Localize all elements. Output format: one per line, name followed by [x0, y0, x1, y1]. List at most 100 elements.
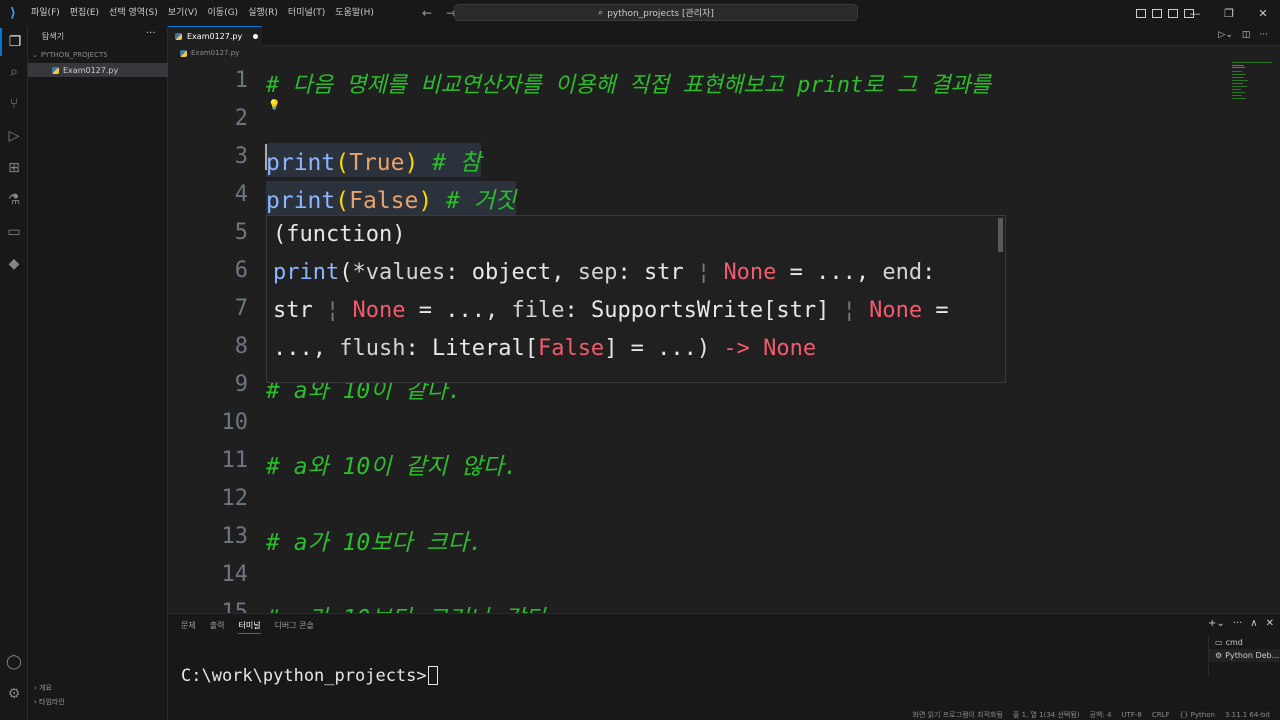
code-token-fn: print — [266, 188, 336, 214]
minimap[interactable] — [1230, 60, 1280, 613]
remote-explorer-icon[interactable]: ▭ — [0, 218, 28, 246]
status-eol[interactable]: CRLF — [1152, 711, 1170, 719]
run-file-icon[interactable]: ▷⌄ — [1218, 30, 1232, 40]
status-language[interactable]: {} Python — [1180, 711, 1215, 719]
python-icon[interactable]: ◆ — [0, 250, 28, 278]
minimap-line — [1232, 74, 1246, 75]
hover-scrollbar[interactable] — [998, 218, 1003, 252]
menu-file[interactable]: 파일(F) — [26, 0, 65, 26]
unsaved-dot-icon[interactable] — [253, 34, 259, 39]
status-indentation[interactable]: 공백: 4 — [1090, 710, 1112, 720]
debug-icon: ⚙ — [1215, 651, 1223, 660]
terminal-cursor — [427, 666, 438, 685]
source-control-icon[interactable]: ⑂ — [0, 90, 28, 118]
settings-gear-icon[interactable]: ⚙ — [0, 680, 28, 708]
more-actions-icon[interactable]: ··· — [1233, 618, 1243, 629]
code-line-1: # 다음 명제를 비교연산자를 이용해 직접 표현해보고 print로 그 결과… — [266, 73, 991, 98]
outline-section[interactable]: › 개요 — [34, 683, 52, 693]
sidebar-title: 탐색기 — [42, 32, 65, 41]
editor-tab-bar: Exam0127.py ▷⌄ ◫ ··· — [168, 26, 1280, 46]
code-line-15: # a가 10보다 크거나 같다. — [266, 599, 560, 613]
back-arrow-icon[interactable]: ← — [422, 6, 432, 20]
hover-return: None — [763, 336, 817, 361]
status-encoding[interactable]: UTF-8 — [1121, 711, 1141, 719]
hover-type: SupportsWrite — [590, 298, 764, 323]
split-editor-icon[interactable]: ◫ — [1242, 30, 1251, 40]
line-number: 4 — [234, 182, 248, 207]
maximize-panel-icon[interactable]: ∧ — [1250, 618, 1257, 629]
breadcrumb-file: Exam0127.py — [191, 49, 240, 57]
search-activity-icon[interactable]: ⌕ — [0, 58, 28, 86]
minimap-line — [1232, 98, 1246, 99]
project-folder[interactable]: ⌄ PYTHON_PROJECTS — [32, 51, 108, 59]
hover-default: ... — [273, 336, 313, 361]
line-number: 15 — [221, 600, 249, 613]
hover-param: flush — [339, 336, 406, 361]
run-debug-icon[interactable]: ▷ — [0, 122, 28, 150]
hover-union-bar: ¦ — [696, 260, 711, 285]
line-number: 11 — [221, 448, 249, 473]
close-icon[interactable]: ✕ — [1246, 7, 1280, 20]
minimap-line — [1232, 80, 1248, 81]
breadcrumb[interactable]: Exam0127.py — [180, 49, 239, 57]
title-bar: ⟩ 파일(F) 편집(E) 선택 영역(S) 보기(V) 이동(G) 실행(R)… — [0, 0, 1280, 26]
toggle-secondary-sidebar-icon[interactable] — [1168, 8, 1178, 18]
code-token-paren: ) — [404, 150, 419, 176]
menu-terminal[interactable]: 터미널(T) — [283, 0, 330, 26]
menu-view[interactable]: 보기(V) — [163, 0, 203, 26]
more-actions-icon[interactable]: ··· — [146, 28, 156, 39]
status-interpreter[interactable]: 3.11.1 64-bit — [1225, 711, 1270, 719]
hover-default: ... — [657, 336, 697, 361]
menu-selection[interactable]: 선택 영역(S) — [104, 0, 163, 26]
menu-edit[interactable]: 편집(E) — [65, 0, 104, 26]
activity-bar: ❐ ⌕ ⑂ ▷ ⊞ ⚗ ▭ ◆ ◯ ⚙ — [0, 26, 28, 720]
menu-run[interactable]: 실행(R) — [243, 0, 283, 26]
code-token-paren: ( — [335, 150, 350, 176]
status-bar: 화면 읽기 프로그램이 최적화됨 줄 1, 열 1(34 선택됨) 공백: 4 … — [168, 710, 1280, 720]
hover-union-bar: ¦ — [326, 298, 340, 323]
status-cursor-position[interactable]: 줄 1, 열 1(34 선택됨) — [1013, 710, 1080, 720]
terminal-item-cmd[interactable]: ▭ cmd — [1209, 636, 1280, 649]
command-center[interactable]: ⌕ python_projects [관리자] — [454, 4, 858, 21]
python-file-icon — [175, 33, 182, 40]
command-center-label: python_projects [관리자] — [607, 9, 714, 19]
testing-icon[interactable]: ⚗ — [0, 186, 28, 214]
bottom-panel: 문제 출력 터미널 디버그 콘솔 +⌄ ··· ∧ ✕ C:\work\pyth… — [168, 613, 1280, 720]
tab-exam0127[interactable]: Exam0127.py — [168, 26, 262, 46]
more-actions-icon[interactable]: ··· — [1259, 30, 1268, 40]
line-number: 6 — [234, 258, 248, 283]
terminal-list: ▭ cmd ⚙ Python Deb... — [1208, 636, 1280, 676]
code-token-arg: True — [349, 150, 405, 176]
terminal-icon: ▭ — [1215, 638, 1223, 647]
toggle-sidebar-icon[interactable] — [1136, 8, 1146, 18]
hover-param: sep — [577, 260, 618, 285]
status-screen-reader[interactable]: 화면 읽기 프로그램이 최적화됨 — [913, 710, 1003, 720]
account-icon[interactable]: ◯ — [0, 648, 28, 676]
file-item-exam0127[interactable]: Exam0127.py — [28, 63, 168, 77]
extensions-icon[interactable]: ⊞ — [0, 154, 28, 182]
line-number: 5 — [234, 220, 248, 245]
close-panel-icon[interactable]: ✕ — [1266, 618, 1274, 629]
hover-type: object — [471, 260, 552, 285]
hover-signature-popup[interactable]: (function) print(*values: object, sep: s… — [266, 215, 1006, 383]
lightbulb-icon[interactable]: 💡 — [268, 100, 280, 111]
terminal-item-python-debug[interactable]: ⚙ Python Deb... — [1209, 649, 1280, 662]
tab-problems[interactable]: 문제 — [181, 620, 196, 634]
line-number: 1 — [234, 68, 248, 93]
toggle-panel-icon[interactable] — [1152, 8, 1162, 18]
tab-output[interactable]: 출력 — [210, 620, 225, 634]
hover-param: *values — [352, 260, 446, 285]
menu-help[interactable]: 도움말(H) — [330, 0, 379, 26]
minimize-icon[interactable]: — — [1178, 7, 1212, 20]
explorer-icon[interactable]: ❐ — [0, 28, 28, 56]
new-terminal-icon[interactable]: +⌄ — [1208, 618, 1225, 629]
search-icon: ⌕ — [598, 7, 604, 18]
menu-go[interactable]: 이동(G) — [203, 0, 244, 26]
tab-debug-console[interactable]: 디버그 콘솔 — [275, 620, 314, 634]
timeline-section[interactable]: › 타임라인 — [34, 697, 65, 707]
tab-terminal[interactable]: 터미널 — [238, 620, 261, 634]
hover-param: end — [882, 260, 923, 285]
restore-icon[interactable]: ❐ — [1212, 7, 1246, 20]
terminal-output[interactable]: C:\work\python_projects> — [181, 666, 438, 686]
chevron-right-icon: › — [34, 684, 37, 692]
